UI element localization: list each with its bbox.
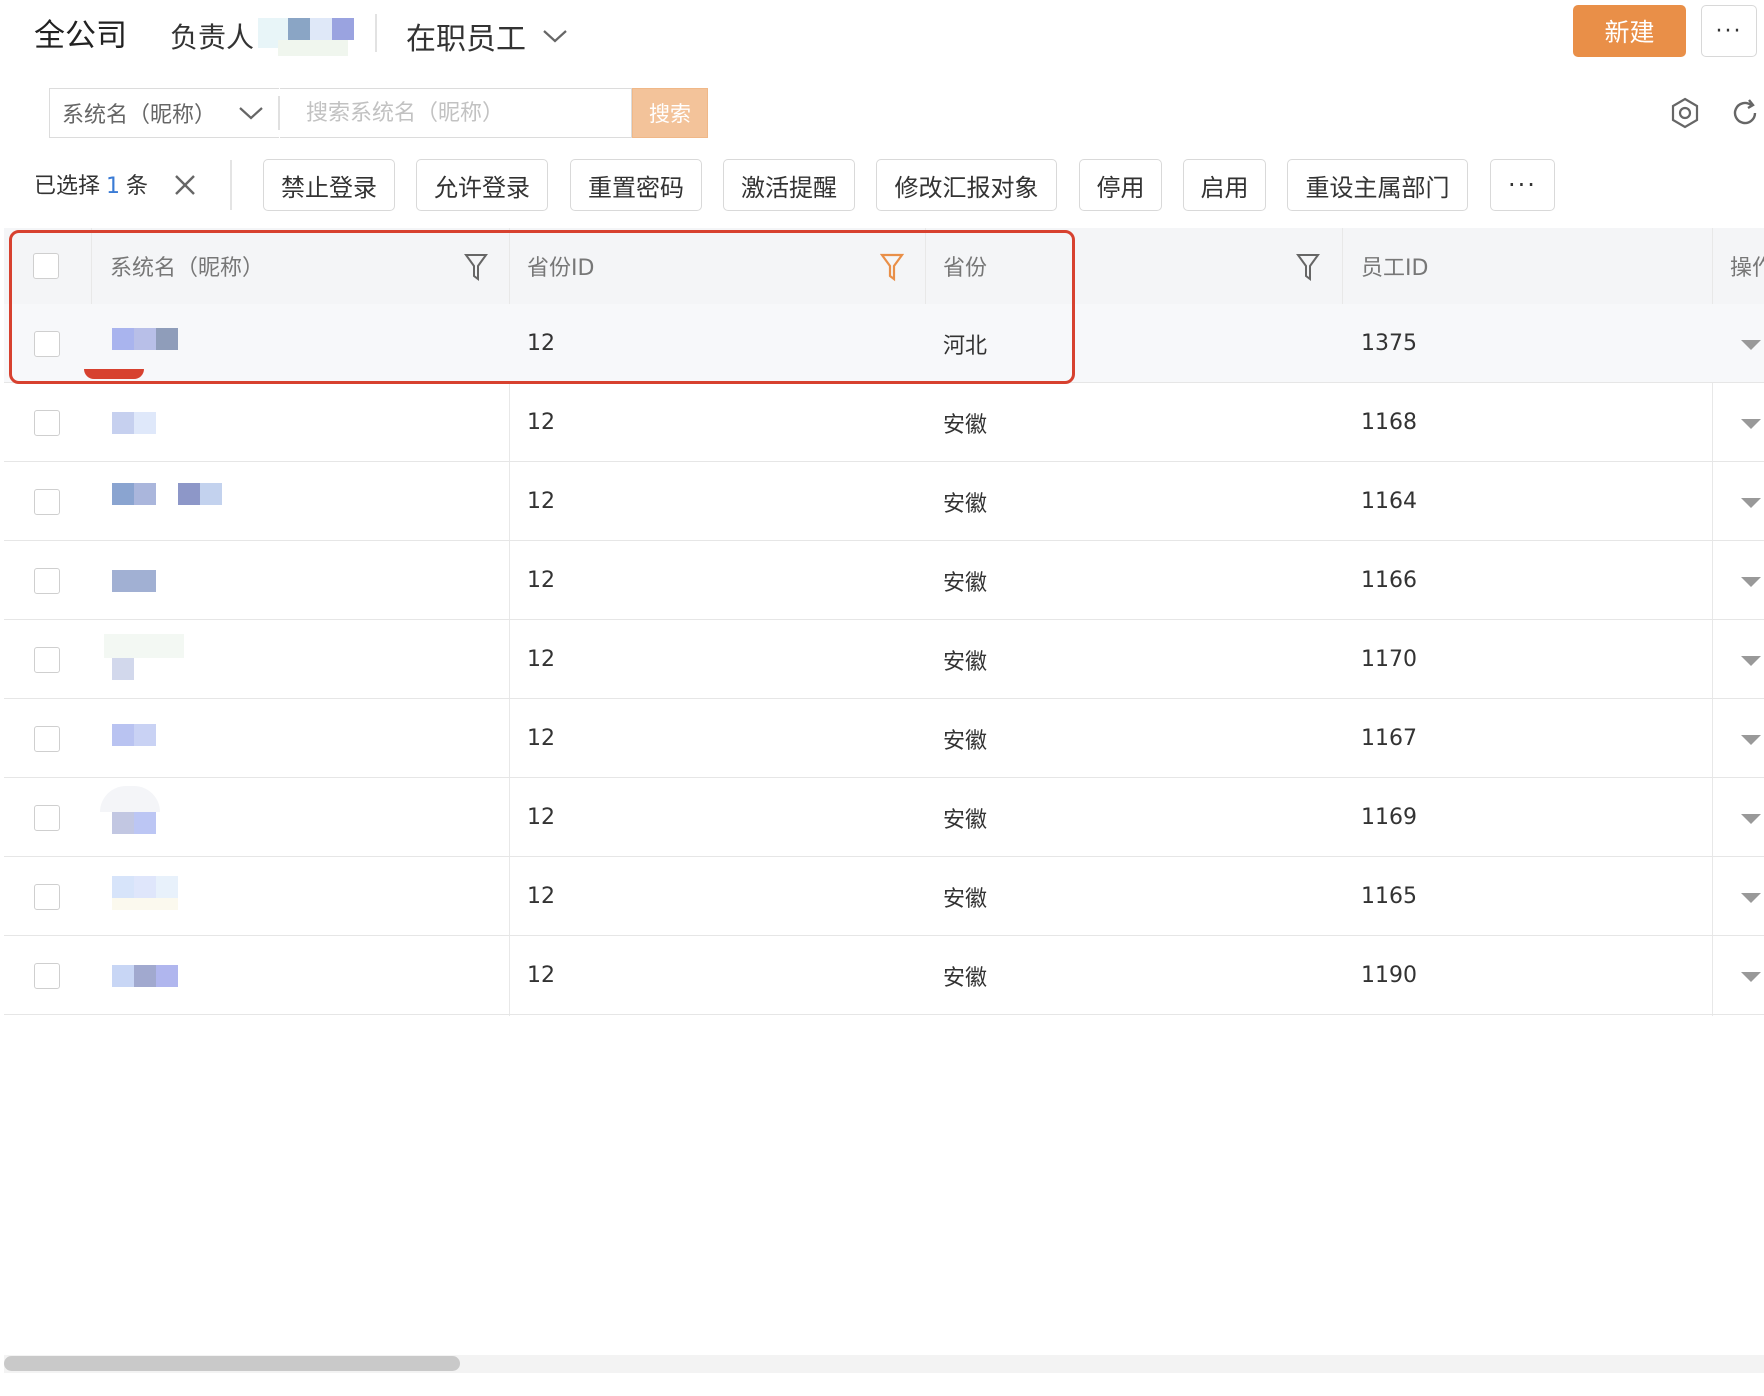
- province-id-cell: 12: [527, 963, 555, 988]
- reset-password-button[interactable]: 重置密码: [570, 159, 702, 211]
- name-avatar-blurred: [112, 412, 162, 434]
- row-actions-dropdown-icon[interactable]: [1741, 340, 1761, 350]
- row-actions-dropdown-icon[interactable]: [1741, 419, 1761, 429]
- highlight-annotation-box: [9, 230, 1075, 384]
- new-button[interactable]: 新建: [1573, 5, 1686, 57]
- table-row[interactable]: 12 安徽 1167: [4, 699, 1764, 778]
- selection-suffix: 条: [126, 174, 149, 199]
- employee-id-cell: 1166: [1361, 568, 1417, 593]
- table-row[interactable]: 12 安徽 1190: [4, 936, 1764, 1015]
- table-row[interactable]: 12 安徽 1166: [4, 541, 1764, 620]
- chevron-down-icon: [543, 30, 567, 43]
- selection-prefix: 已选择: [34, 174, 101, 199]
- row-checkbox[interactable]: [34, 410, 60, 436]
- header-divider: [375, 14, 377, 52]
- company-title[interactable]: 全公司: [34, 10, 127, 55]
- activation-reminder-button[interactable]: 激活提醒: [723, 159, 855, 211]
- owner-label[interactable]: 负责人: [170, 16, 254, 56]
- employee-id-cell: 1168: [1361, 410, 1417, 435]
- column-header-employee-id: 员工ID: [1361, 256, 1429, 281]
- table-row[interactable]: 12 安徽 1165: [4, 857, 1764, 936]
- province-cell: 安徽: [943, 965, 988, 991]
- province-id-cell: 12: [527, 568, 555, 593]
- table-row[interactable]: 12 安徽 1169: [4, 778, 1764, 857]
- row-checkbox[interactable]: [34, 805, 60, 831]
- name-avatar-blurred: [112, 876, 182, 916]
- selection-count: 1: [106, 174, 121, 199]
- province-id-cell: 12: [527, 647, 555, 672]
- reset-main-department-button[interactable]: 重设主属部门: [1287, 159, 1468, 211]
- row-checkbox[interactable]: [34, 647, 60, 673]
- status-filter-label: 在职员工: [406, 22, 526, 57]
- province-cell: 安徽: [943, 412, 988, 438]
- search-input[interactable]: [280, 88, 632, 138]
- province-cell: 安徽: [943, 649, 988, 675]
- filter-icon[interactable]: [1296, 252, 1320, 282]
- row-checkbox[interactable]: [34, 963, 60, 989]
- table-row[interactable]: 12 安徽 1164: [4, 462, 1764, 541]
- province-id-cell: 12: [527, 410, 555, 435]
- row-actions-dropdown-icon[interactable]: [1741, 656, 1761, 666]
- employee-id-cell: 1169: [1361, 805, 1417, 830]
- search-field-select[interactable]: 系统名（昵称）: [49, 88, 279, 138]
- row-checkbox[interactable]: [34, 884, 60, 910]
- name-avatar-blurred: [112, 965, 182, 987]
- province-cell: 安徽: [943, 491, 988, 517]
- status-filter-dropdown[interactable]: 在职员工: [406, 14, 568, 58]
- name-avatar-blurred: [100, 786, 170, 836]
- clear-selection-icon[interactable]: [172, 172, 198, 198]
- employee-id-cell: 1170: [1361, 647, 1417, 672]
- table-row[interactable]: 12 安徽 1168: [4, 383, 1764, 462]
- row-actions-dropdown-icon[interactable]: [1741, 814, 1761, 824]
- chevron-down-icon: [239, 107, 263, 120]
- row-checkbox[interactable]: [34, 568, 60, 594]
- disable-login-button[interactable]: 禁止登录: [263, 159, 395, 211]
- refresh-icon[interactable]: [1728, 96, 1762, 130]
- toolbar-more-button[interactable]: ···: [1490, 159, 1555, 211]
- column-header-actions: 操作: [1730, 256, 1764, 281]
- table-row[interactable]: 12 安徽 1170: [4, 620, 1764, 699]
- name-avatar-blurred: [112, 724, 158, 746]
- province-cell: 安徽: [943, 570, 988, 596]
- province-id-cell: 12: [527, 489, 555, 514]
- employee-id-cell: 1167: [1361, 726, 1417, 751]
- allow-login-button[interactable]: 允许登录: [416, 159, 548, 211]
- province-cell: 安徽: [943, 728, 988, 754]
- row-actions-dropdown-icon[interactable]: [1741, 972, 1761, 982]
- activate-button[interactable]: 启用: [1183, 159, 1266, 211]
- toolbar-divider: [230, 160, 232, 210]
- row-actions-dropdown-icon[interactable]: [1741, 498, 1761, 508]
- search-button[interactable]: 搜索: [632, 88, 708, 138]
- owner-avatar-blurred: [258, 10, 358, 56]
- row-actions-dropdown-icon[interactable]: [1741, 893, 1761, 903]
- row-actions-dropdown-icon[interactable]: [1741, 735, 1761, 745]
- more-button[interactable]: ···: [1701, 5, 1757, 57]
- search-field-label: 系统名（昵称）: [62, 103, 217, 128]
- employee-id-cell: 1164: [1361, 489, 1417, 514]
- name-avatar-blurred: [112, 483, 227, 505]
- settings-icon[interactable]: [1668, 96, 1702, 130]
- horizontal-scrollbar-thumb[interactable]: [4, 1356, 460, 1371]
- province-id-cell: 12: [527, 884, 555, 909]
- employee-id-cell: 1165: [1361, 884, 1417, 909]
- row-checkbox[interactable]: [34, 726, 60, 752]
- province-cell: 安徽: [943, 886, 988, 912]
- province-cell: 安徽: [943, 807, 988, 833]
- row-actions-dropdown-icon[interactable]: [1741, 577, 1761, 587]
- employee-id-cell: 1190: [1361, 963, 1417, 988]
- row-checkbox[interactable]: [34, 489, 60, 515]
- province-id-cell: 12: [527, 726, 555, 751]
- name-avatar-blurred: [112, 570, 158, 592]
- name-avatar-blurred: [104, 634, 184, 680]
- selection-summary: 已选择 1 条: [34, 168, 148, 200]
- employee-id-cell: 1375: [1361, 331, 1417, 356]
- highlight-annotation-mark: [84, 369, 144, 379]
- province-id-cell: 12: [527, 805, 555, 830]
- change-report-to-button[interactable]: 修改汇报对象: [876, 159, 1057, 211]
- deactivate-button[interactable]: 停用: [1079, 159, 1162, 211]
